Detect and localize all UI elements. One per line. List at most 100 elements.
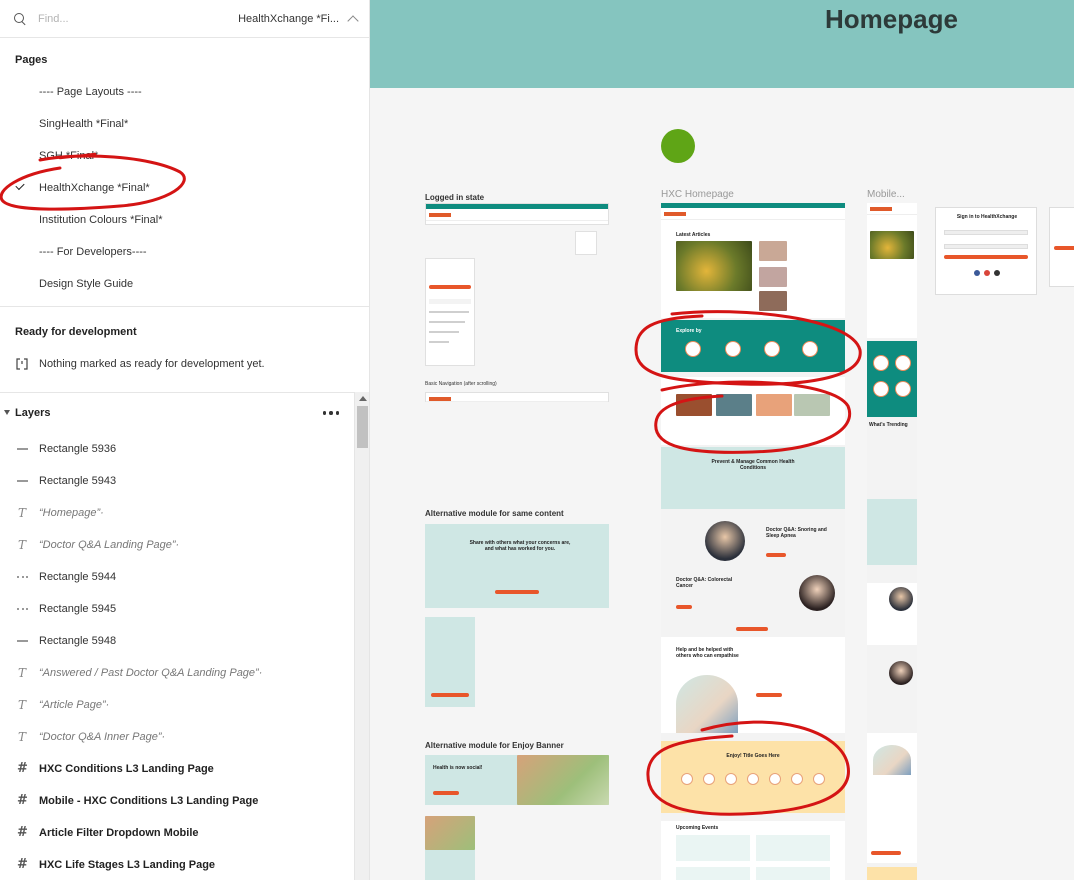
- signin-modal-mock[interactable]: Sign in to HealthXchange: [935, 207, 1037, 295]
- file-name[interactable]: HealthXchange *Fi...: [238, 13, 339, 25]
- mock-line: [429, 321, 465, 323]
- layer-row[interactable]: Rectangle 5945: [0, 593, 354, 625]
- text-layer-icon: [16, 730, 28, 744]
- ready-title: Ready for development: [15, 326, 137, 338]
- ageing-icon[interactable]: [895, 381, 911, 397]
- layer-label: Mobile - HXC Conditions L3 Landing Page: [39, 795, 259, 807]
- event-card[interactable]: [756, 867, 830, 880]
- chevron-up-icon[interactable]: [347, 14, 359, 27]
- layer-row[interactable]: “Article Page”·: [0, 689, 354, 721]
- layer-label: Rectangle 5944: [39, 571, 117, 583]
- banner-title: Homepage: [825, 4, 958, 34]
- upcoming-events-section: Upcoming Events: [661, 821, 845, 880]
- dropdown-mock[interactable]: [575, 231, 597, 255]
- mock-button: [429, 285, 471, 289]
- mock-button: [495, 590, 539, 594]
- design-canvas[interactable]: Homepage Logged in state Basic Navigatio…: [370, 0, 1074, 880]
- whats-trending-title: What's Trending: [869, 422, 908, 428]
- scroll-up-icon[interactable]: [359, 396, 367, 401]
- explore-by-mobile: [867, 341, 917, 417]
- page-item-design-style-guide[interactable]: Design Style Guide: [0, 268, 369, 300]
- seniors-photo: [425, 816, 475, 850]
- mock-input: [944, 230, 1028, 235]
- layers-header[interactable]: Layers: [0, 393, 369, 433]
- page-label: ---- Page Layouts ----: [39, 86, 142, 98]
- facebook-icon: [974, 270, 980, 276]
- event-card[interactable]: [676, 867, 750, 880]
- mock-header-area: [867, 203, 917, 338]
- layers-title: Layers: [15, 407, 51, 419]
- annotation-rings: [634, 310, 862, 816]
- status-dot: [661, 129, 695, 163]
- scroll-thumb[interactable]: [357, 406, 368, 448]
- mock-nav: [661, 208, 845, 220]
- mock-line: [429, 299, 471, 304]
- frame-icon: [16, 825, 28, 840]
- mock-button: [431, 693, 469, 697]
- caret-down-icon[interactable]: [4, 410, 10, 415]
- logged-in-nav-mock[interactable]: [425, 203, 609, 225]
- layer-row[interactable]: “Doctor Q&A Inner Page”·: [0, 721, 354, 753]
- frame-label-mobile: Mobile...: [867, 189, 905, 200]
- health-social-banner-mock[interactable]: Health is now social!: [425, 755, 609, 805]
- mock-header-area: Latest Articles: [661, 203, 845, 318]
- layer-row[interactable]: Rectangle 5948: [0, 625, 354, 657]
- layer-row[interactable]: “Doctor Q&A Landing Page”·: [0, 529, 354, 561]
- text-layer-icon: [16, 506, 28, 520]
- mock-line: [429, 331, 459, 333]
- article-thumb: [759, 267, 787, 287]
- frame-label-hxc-home: HXC Homepage: [661, 189, 734, 200]
- people-photo: [873, 745, 911, 775]
- share-module-mock[interactable]: Share with others what your concerns are…: [425, 524, 609, 608]
- mobile-menu-mock[interactable]: [425, 258, 475, 366]
- page-item-developers[interactable]: ---- For Developers----: [0, 236, 369, 268]
- health-social-mobile-mock[interactable]: [425, 816, 475, 880]
- food-icon[interactable]: [873, 355, 889, 371]
- mock-input: [944, 244, 1028, 249]
- signin-title: Sign in to HealthXchange: [956, 214, 1018, 220]
- fitness-icon[interactable]: [895, 355, 911, 371]
- mental-health-icon[interactable]: [873, 381, 889, 397]
- layer-label: Rectangle 5936: [39, 443, 117, 455]
- more-options-icon[interactable]: [322, 411, 339, 415]
- text-layer-icon: [16, 666, 28, 680]
- layer-row[interactable]: Rectangle 5943: [0, 465, 354, 497]
- left-sidebar: HealthXchange *Fi... Pages ---- Page Lay…: [0, 0, 370, 880]
- help-helped-mobile: [867, 733, 917, 863]
- doctor-photo: [889, 661, 913, 685]
- page-item-singhealth[interactable]: SingHealth *Final*: [0, 108, 369, 140]
- olive-oil-photo: [676, 241, 752, 291]
- layers-scrollbar[interactable]: [354, 392, 369, 880]
- rectangle-icon: [16, 443, 28, 455]
- divider: [0, 306, 369, 307]
- share-module-mobile-mock[interactable]: [425, 617, 475, 707]
- text-layer-icon: [16, 698, 28, 712]
- apple-icon: [994, 270, 1000, 276]
- layer-label: “Doctor Q&A Inner Page”·: [39, 731, 166, 743]
- layer-row[interactable]: Rectangle 5944: [0, 561, 354, 593]
- layer-row[interactable]: HXC Life Stages L3 Landing Page: [0, 849, 354, 880]
- pages-title: Pages: [15, 54, 48, 66]
- layer-label: HXC Life Stages L3 Landing Page: [39, 859, 216, 871]
- search-icon: [14, 12, 26, 25]
- layer-row[interactable]: “Homepage”·: [0, 497, 354, 529]
- rectangle-icon: [16, 571, 28, 583]
- signin-mobile-mock[interactable]: [1049, 207, 1074, 287]
- layer-row[interactable]: “Answered / Past Doctor Q&A Landing Page…: [0, 657, 354, 689]
- event-card[interactable]: [676, 835, 750, 861]
- find-input[interactable]: [38, 12, 198, 25]
- layer-row[interactable]: HXC Conditions L3 Landing Page: [0, 753, 354, 785]
- ready-text: Nothing marked as ready for development …: [39, 358, 265, 370]
- layer-row[interactable]: Rectangle 5936: [0, 433, 354, 465]
- mock-nav: [426, 393, 608, 402]
- mobile-homepage-mock[interactable]: What's Trending: [867, 203, 917, 880]
- rectangle-icon: [16, 603, 28, 615]
- event-card[interactable]: [756, 835, 830, 861]
- doctor-qa-2-mobile: [867, 655, 917, 723]
- layer-row[interactable]: Mobile - HXC Conditions L3 Landing Page: [0, 785, 354, 817]
- layer-row[interactable]: Article Filter Dropdown Mobile: [0, 817, 354, 849]
- basic-nav-mock[interactable]: [425, 392, 609, 402]
- article-thumb: [759, 241, 787, 261]
- page-item-layouts[interactable]: ---- Page Layouts ----: [0, 76, 369, 108]
- mock-button: [1054, 246, 1074, 250]
